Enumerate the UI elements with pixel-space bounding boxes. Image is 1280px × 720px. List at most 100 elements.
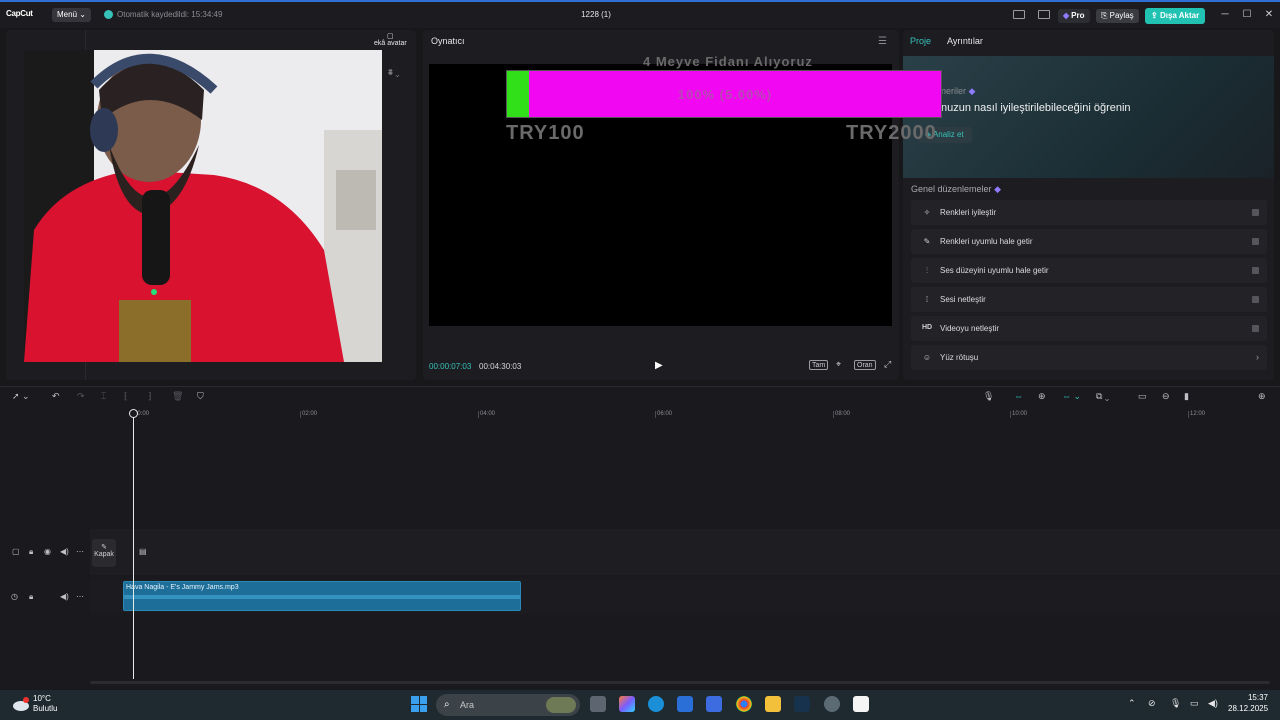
media-panel: ▢ ekâ avatar ⩩ ⌄ <box>6 30 416 380</box>
outlook-icon[interactable] <box>677 696 693 712</box>
option-enhance-voice[interactable]: ⁞ Sesi netleştir <box>911 287 1267 312</box>
capcut-window: CapCut Menü ⌄ Otomatik kaydedildi: 15:34… <box>0 0 1280 690</box>
ruler-tick: 06:00 <box>654 411 673 418</box>
close-icon[interactable]: ✕ <box>1262 9 1276 20</box>
volume-icon[interactable]: ◀) <box>1208 698 1218 709</box>
share-button[interactable]: ⎘ Paylaş <box>1096 9 1139 23</box>
audio-clip[interactable]: Hava Nagila - E's Jammy Jams.mp3 <box>123 581 521 611</box>
zoom-out-icon[interactable]: ⊖ <box>1162 391 1170 402</box>
option-toggle[interactable] <box>1252 209 1259 216</box>
time-ruler[interactable]: 00:00 02:00 04:00 06:00 08:00 10:00 12:0… <box>90 409 1280 419</box>
suggestions-heading: neriler ◆ <box>941 86 976 96</box>
store-icon[interactable] <box>706 696 722 712</box>
full-quality-button[interactable]: Tam <box>809 360 829 370</box>
more-icon[interactable]: ⋯ <box>76 547 84 556</box>
display-icon[interactable]: ▭ <box>1190 698 1199 709</box>
focus-icon[interactable]: ⌖ <box>834 360 843 370</box>
weather-temperature[interactable]: 10°C <box>33 694 51 703</box>
weather-description[interactable]: Bulutlu <box>33 704 57 713</box>
tab-avatar[interactable]: ▢ ekâ avatar <box>374 32 407 47</box>
wand-icon: ✧ <box>923 208 931 217</box>
magnet-icon[interactable]: ⇔ ⌄ <box>1062 391 1081 402</box>
menu-button[interactable]: Menü ⌄ <box>52 8 91 22</box>
cloud-check-icon <box>104 10 113 19</box>
option-toggle[interactable] <box>1252 296 1259 303</box>
copilot-icon[interactable] <box>619 696 635 712</box>
chevron-up-icon[interactable]: ⌃ <box>1128 698 1136 709</box>
film-icon: ▤ <box>139 547 147 556</box>
tab-details[interactable]: Ayrıntılar <box>947 36 983 46</box>
split-left-icon[interactable]: ⁅ <box>124 391 128 402</box>
snap-icon[interactable]: ⊕ <box>1038 391 1046 402</box>
more-icon[interactable]: ⋯ <box>76 592 84 601</box>
settings-icon[interactable] <box>824 696 840 712</box>
lock-icon[interactable]: 🔒︎ <box>29 592 33 602</box>
microphone-icon[interactable]: 🎙 <box>983 391 994 402</box>
project-title[interactable]: 1228 (1) <box>560 10 632 19</box>
timeline-scrollbar[interactable] <box>90 681 1270 684</box>
option-toggle[interactable] <box>1252 267 1259 274</box>
shortcuts-icon[interactable] <box>1038 10 1050 19</box>
option-normalize-volume[interactable]: ⫶ Ses düzeyini uyumlu hale getir <box>911 258 1267 283</box>
option-toggle[interactable] <box>1252 325 1259 332</box>
fullscreen-icon[interactable]: ⤢ <box>882 360 893 370</box>
windows-start-icon[interactable] <box>411 696 427 712</box>
webcam-image <box>24 50 382 362</box>
track-thumbnail-icon[interactable]: ▢ <box>12 547 20 556</box>
eye-icon[interactable]: ◉ <box>44 547 51 556</box>
split-right-icon[interactable]: ⁆ <box>148 391 152 402</box>
filter-sort-button[interactable]: ⩩ ⌄ <box>388 67 400 78</box>
clock-time[interactable]: 15:37 <box>1240 693 1268 702</box>
export-button[interactable]: ⇪ Dışa Aktar <box>1145 8 1206 24</box>
video-track[interactable] <box>90 529 1280 575</box>
speaker-icon[interactable]: ◀) <box>60 592 69 601</box>
capcut-taskbar-icon[interactable] <box>853 696 869 712</box>
sliders-icon: ⫶ <box>926 266 928 275</box>
option-label: Renkleri uyumlu hale getir <box>940 237 1033 246</box>
layout-icon[interactable] <box>1013 10 1025 19</box>
playhead[interactable] <box>129 409 138 679</box>
clock-date[interactable]: 28.12.2025 <box>1228 704 1268 713</box>
network-off-icon[interactable]: ⊘ <box>1148 698 1156 709</box>
pro-button[interactable]: ◆ Pro <box>1058 9 1090 23</box>
chevron-right-icon[interactable]: › <box>1256 352 1259 362</box>
minimize-icon[interactable]: ─ <box>1218 9 1232 20</box>
redo-icon[interactable]: ↷ <box>77 391 85 402</box>
speaker-icon[interactable]: ◀) <box>60 547 69 556</box>
file-explorer-icon[interactable] <box>765 696 781 712</box>
undo-icon[interactable]: ↶ <box>52 391 60 402</box>
option-match-colors[interactable]: ✎ Renkleri uyumlu hale getir <box>911 229 1267 254</box>
chrome-icon[interactable] <box>736 696 752 712</box>
tab-project[interactable]: Proje <box>910 36 931 46</box>
option-label: Videoyu netleştir <box>940 324 999 333</box>
edge-icon[interactable] <box>648 696 664 712</box>
option-toggle[interactable] <box>1252 238 1259 245</box>
option-enhance-video[interactable]: HD Videoyu netleştir <box>911 316 1267 341</box>
maximize-icon[interactable]: ☐ <box>1240 9 1254 20</box>
play-icon[interactable]: ▶ <box>655 360 663 371</box>
face-icon: ☺ <box>922 353 932 362</box>
audio-track-icon[interactable]: ◷ <box>11 592 18 601</box>
cloud-icon[interactable] <box>12 697 30 711</box>
steam-icon[interactable] <box>794 696 810 712</box>
zoom-slider-handle[interactable]: ▮ <box>1184 391 1189 402</box>
option-face-retouch[interactable]: ☺ Yüz rötuşu › <box>911 345 1267 370</box>
option-enhance-colors[interactable]: ✧ Renkleri iyileştir <box>911 200 1267 225</box>
split-icon[interactable]: ⌶ <box>101 391 106 402</box>
cover-button[interactable]: ✎ Kapak <box>92 539 116 567</box>
ratio-button[interactable]: Oran <box>854 360 876 370</box>
lock-icon[interactable]: 🔒︎ <box>29 547 33 557</box>
ruler-tick: 08:00 <box>832 411 851 418</box>
delete-icon[interactable]: 🗑 <box>172 391 183 402</box>
task-view-icon[interactable] <box>590 696 606 712</box>
shield-icon[interactable]: ⛉ <box>197 391 204 402</box>
select-tool-icon[interactable]: ➚ ⌄ <box>12 391 30 402</box>
playhead-handle[interactable] <box>129 409 138 418</box>
taskbar-search[interactable]: ⌕ Ara <box>436 694 580 716</box>
zoom-in-icon[interactable]: ⊕ <box>1258 391 1266 402</box>
preview-axis-icon[interactable]: ⧉ ⌄ <box>1096 391 1109 402</box>
caption-icon[interactable]: ▭ <box>1138 391 1147 402</box>
link-clips-icon[interactable]: ⇔ <box>1014 391 1023 401</box>
player-menu-icon[interactable]: ☰ <box>878 36 887 47</box>
microphone-icon[interactable]: 🎙 <box>1170 698 1181 709</box>
